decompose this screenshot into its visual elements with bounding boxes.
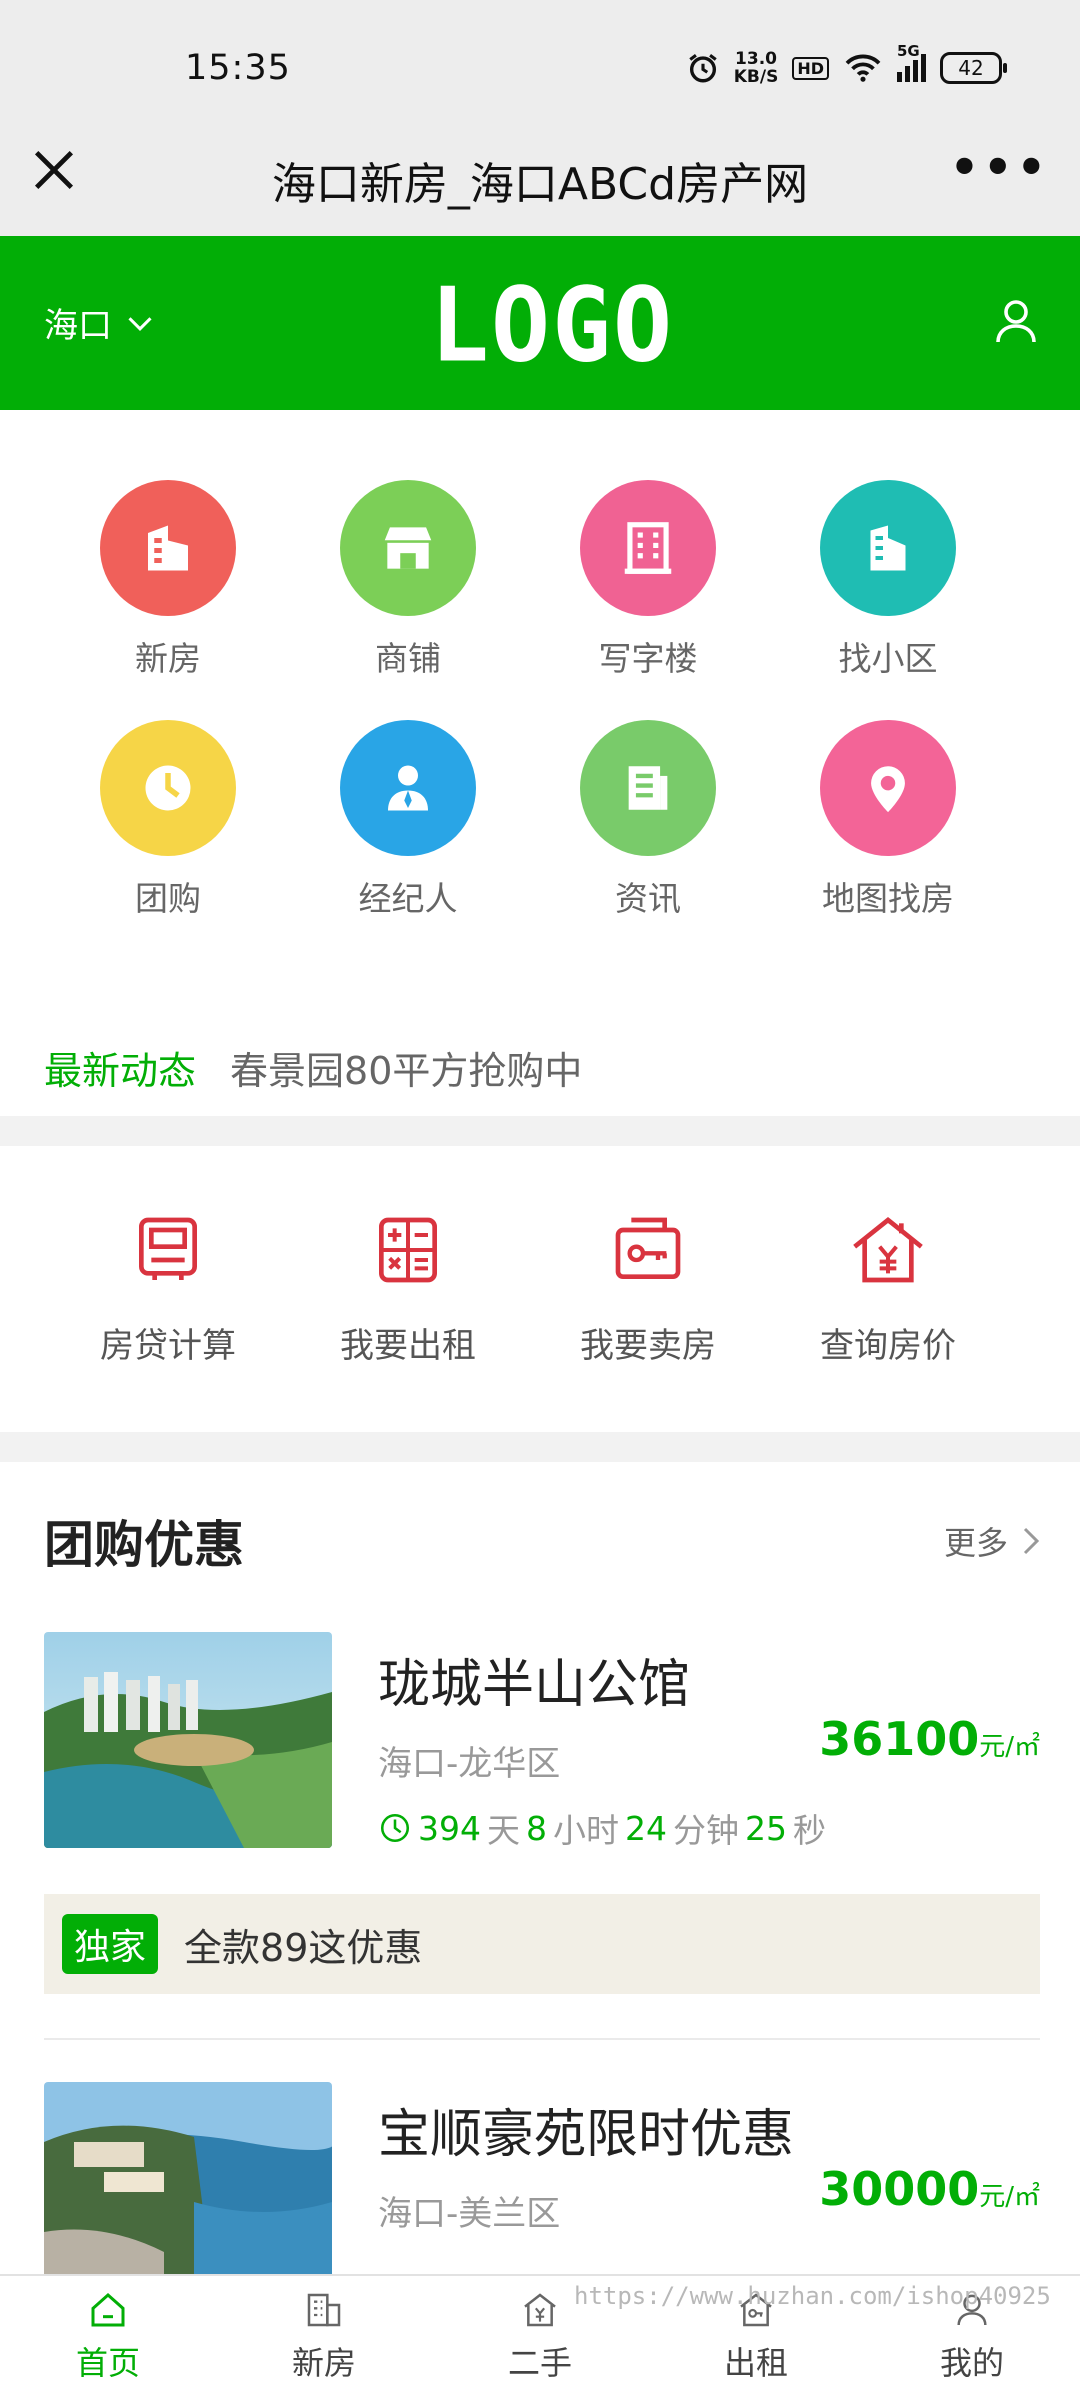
- tools-row: 房贷计算 我要出租 我要卖房 查询房价: [48, 1210, 1032, 1367]
- listing-thumbnail[interactable]: [44, 2082, 332, 2274]
- site-header: 海口 LOGO: [0, 236, 1080, 410]
- title-bar: 海口新房_海口ABCd房产网 •••: [0, 118, 1080, 236]
- grid-icon-3: [820, 480, 956, 616]
- status-icons: 13.0 KB/S HD 5G 42: [686, 42, 1007, 87]
- chevron-right-icon: [1023, 1527, 1040, 1555]
- listing-price: 30000元/㎡: [819, 2162, 1040, 2216]
- category-map[interactable]: 地图找房: [768, 720, 1008, 920]
- listing-area: 海口-美兰区: [378, 2194, 561, 2234]
- alarm-icon: [689, 54, 717, 83]
- listing-image: [44, 1632, 332, 1848]
- site-logo[interactable]: LOGO: [430, 274, 672, 379]
- category-group-buy[interactable]: 团购: [48, 720, 288, 920]
- building-icon: [148, 525, 188, 571]
- office-icon: [624, 522, 672, 574]
- news-icon: [628, 766, 668, 810]
- status-time: 15:35: [185, 48, 291, 88]
- section-divider: [0, 1432, 1080, 1462]
- city-label: 海口: [44, 306, 112, 346]
- tool-loan-calc[interactable]: 房贷计算: [48, 1210, 288, 1367]
- promo-text: 全款89这优惠: [184, 1925, 423, 1970]
- page-title: 海口新房_海口ABCd房产网: [271, 159, 809, 210]
- category-agent[interactable]: 经纪人: [288, 720, 528, 920]
- second-hand-icon: [524, 2293, 556, 2327]
- grid-icon-4: [100, 720, 236, 856]
- listing-name[interactable]: 珑城半山公馆: [378, 1642, 690, 1717]
- more-options-icon[interactable]: •••: [950, 140, 1050, 194]
- signal-icon: 5G: [897, 42, 926, 82]
- more-label: 更多: [943, 1524, 1008, 1562]
- key-box-icon: [615, 1217, 681, 1279]
- category-community[interactable]: 找小区: [768, 480, 1008, 680]
- promo-banner[interactable]: 独家 全款89这优惠: [44, 1894, 1040, 1994]
- grid-icon-1: [340, 480, 476, 616]
- listing-card[interactable]: 珑城半山公馆 海口-龙华区 36100元/㎡ 394 天 8 小时 24 分钟 25 秒: [44, 1632, 1040, 1852]
- category-grid: 新房 商铺 写字楼 找小区 团购 经纪人 资讯 地图找房: [48, 480, 1032, 920]
- news-tag: 最新动态: [44, 1049, 197, 1093]
- listing-divider: [44, 2038, 1040, 2040]
- tool-rent-out[interactable]: 我要出租: [288, 1210, 528, 1367]
- listing-price: 36100元/㎡: [819, 1712, 1040, 1766]
- more-link[interactable]: 更多: [944, 1518, 1040, 1564]
- news-text[interactable]: 春景园80平方抢购中: [230, 1040, 582, 1095]
- net-speed: 13.0 KB/S: [733, 49, 779, 87]
- map-pin-icon: [871, 766, 905, 813]
- grid-icon-7: [820, 720, 956, 856]
- community-icon: [870, 525, 906, 571]
- chevron-down-icon: [128, 316, 152, 331]
- nav-new-house[interactable]: 新房: [216, 2276, 432, 2402]
- tool-check-price[interactable]: 查询房价: [768, 1210, 1008, 1367]
- listing-thumbnail[interactable]: [44, 1632, 332, 1848]
- exclusive-badge: 独家: [62, 1914, 159, 1974]
- news-ticker[interactable]: 最新动态 春景园80平方抢购中: [44, 1040, 582, 1095]
- calculator-icon: [379, 1217, 437, 1283]
- loan-calc-icon: [139, 1217, 197, 1280]
- hd-badge: HD: [792, 56, 829, 80]
- grid-icon-0: [100, 480, 236, 616]
- listing-area: 海口-龙华区: [378, 1744, 561, 1784]
- category-office[interactable]: 写字楼: [528, 480, 768, 680]
- user-icon[interactable]: [992, 296, 1040, 344]
- grid-icon-2: [580, 480, 716, 616]
- agent-icon: [388, 765, 428, 811]
- section-divider: [0, 1116, 1080, 1146]
- countdown: 394 天 8 小时 24 分钟 25 秒: [378, 1804, 826, 1852]
- tool-sell-house[interactable]: 我要卖房: [528, 1210, 768, 1367]
- clock-icon: [380, 1813, 410, 1843]
- city-selector[interactable]: 海口: [44, 298, 154, 347]
- category-new-house[interactable]: 新房: [48, 480, 288, 680]
- house-price-icon: [853, 1217, 923, 1283]
- grid-icon-6: [580, 720, 716, 856]
- clock-icon: [145, 765, 191, 811]
- watermark: https://www.huzhan.com/ishop40925: [574, 2282, 1051, 2310]
- battery-indicator: 42: [940, 52, 1007, 84]
- wifi-icon: [845, 54, 881, 82]
- section-title: 团购优惠: [44, 1516, 244, 1574]
- listing-name[interactable]: 宝顺豪苑限时优惠: [378, 2092, 794, 2167]
- nav-home[interactable]: 首页: [0, 2276, 216, 2402]
- grid-icon-5: [340, 720, 476, 856]
- listing-card[interactable]: 宝顺豪苑限时优惠 海口-美兰区 30000元/㎡: [44, 2082, 1040, 2274]
- category-shop[interactable]: 商铺: [288, 480, 528, 680]
- home-icon: [91, 2292, 125, 2327]
- shop-icon: [384, 527, 432, 569]
- new-house-icon: [307, 2293, 341, 2327]
- listing-image: [44, 2082, 332, 2274]
- category-news[interactable]: 资讯: [528, 720, 768, 920]
